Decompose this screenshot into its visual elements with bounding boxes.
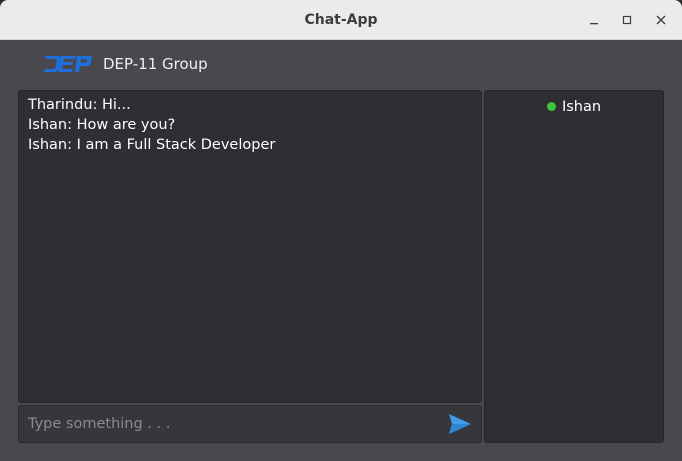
chat-header: DEP-11 Group bbox=[0, 40, 682, 90]
title-bar[interactable]: Chat-App bbox=[0, 0, 682, 40]
send-icon bbox=[449, 414, 471, 434]
message-input-bar bbox=[18, 405, 482, 443]
message-input[interactable] bbox=[19, 406, 439, 442]
group-name: DEP-11 Group bbox=[103, 55, 208, 73]
window-title: Chat-App bbox=[304, 12, 378, 28]
user-list-item[interactable]: Ishan bbox=[485, 96, 663, 118]
message-item: Tharindu: Hi... bbox=[28, 97, 131, 113]
message-item: Ishan: I am a Full Stack Developer bbox=[28, 137, 276, 153]
close-button[interactable] bbox=[650, 9, 672, 31]
close-icon bbox=[656, 15, 666, 25]
dep-logo bbox=[44, 56, 92, 72]
chat-app-window: Chat-App DEP-11 Group Tharindu: Hi... Is… bbox=[0, 0, 682, 461]
online-status-icon bbox=[546, 102, 556, 111]
online-users-panel: Ishan bbox=[484, 90, 664, 443]
maximize-icon bbox=[622, 15, 632, 25]
send-button[interactable] bbox=[447, 412, 473, 436]
minimize-button[interactable] bbox=[583, 9, 605, 31]
minimize-icon bbox=[590, 23, 598, 25]
user-name: Ishan bbox=[561, 99, 602, 115]
message-item: Ishan: How are you? bbox=[28, 117, 176, 133]
message-list[interactable]: Tharindu: Hi... Ishan: How are you? Isha… bbox=[18, 90, 482, 403]
maximize-button[interactable] bbox=[616, 9, 638, 31]
